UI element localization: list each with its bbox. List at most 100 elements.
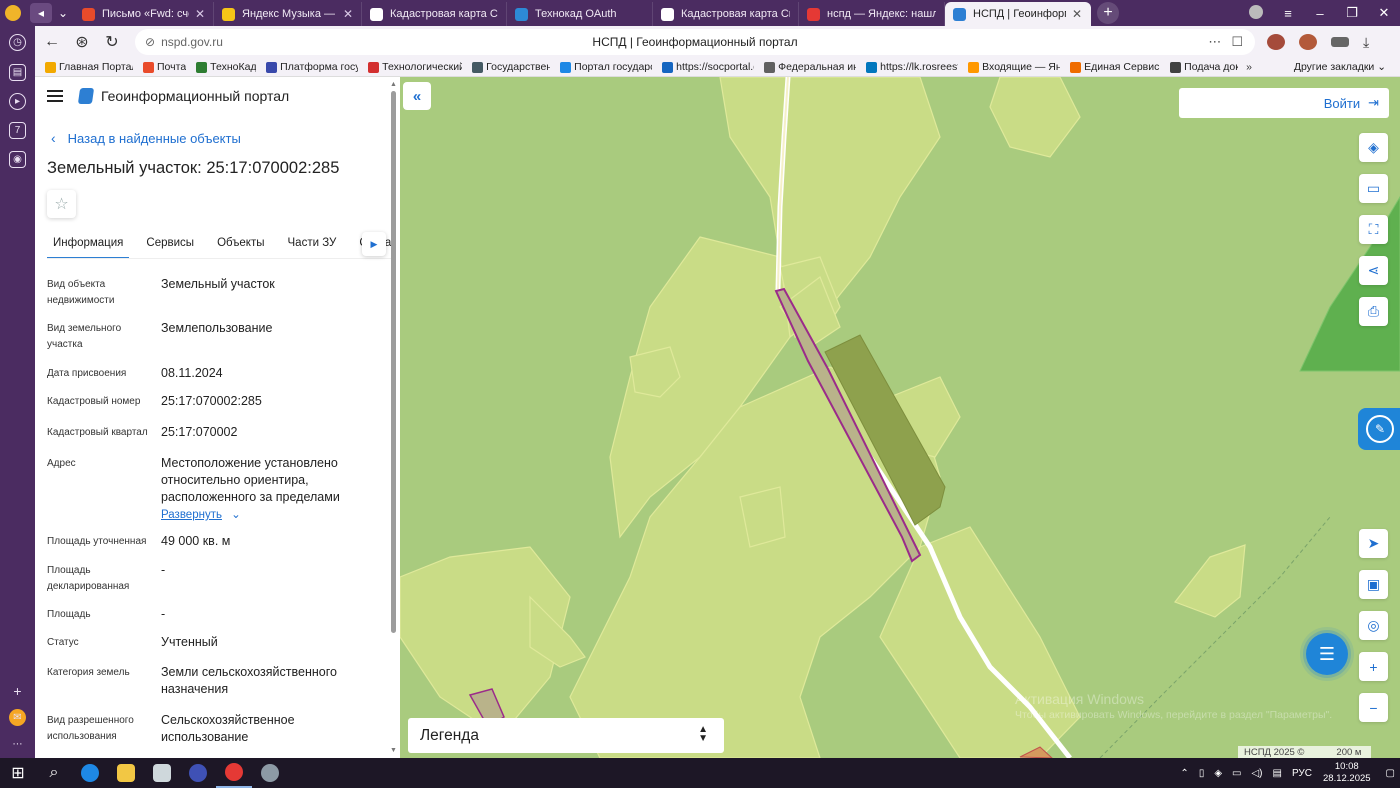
tab-information[interactable]: Информация [47, 235, 130, 258]
screenshot-icon[interactable]: ◉ [9, 151, 26, 168]
bookmark-item[interactable]: Технологический [368, 61, 462, 73]
geolocation-button[interactable]: ➤ [1359, 529, 1388, 558]
tray-chevron-icon[interactable]: ⌃ [1180, 768, 1188, 779]
notifications-icon[interactable]: ▢ [1386, 768, 1395, 779]
print-button[interactable]: ⎙ [1359, 297, 1388, 326]
mail-app-icon[interactable]: ✉ [9, 709, 26, 726]
browser-tab[interactable]: Технокад OAuth [507, 2, 653, 26]
measure-button[interactable]: ▭ [1359, 174, 1388, 203]
more-icon[interactable]: ⋯ [9, 736, 26, 753]
back-icon[interactable]: ← [37, 27, 67, 57]
collections-icon[interactable]: ▤ [9, 64, 26, 81]
area-select-button[interactable]: ⛶ [1359, 215, 1388, 244]
browser-tab[interactable]: Кадастровая карта Сибири [653, 2, 799, 26]
browser-tab[interactable]: НСПД | Геоинформационный ✕ [945, 2, 1091, 26]
other-bookmarks[interactable]: Другие закладки ⌄ [1294, 61, 1386, 73]
bookmark-item[interactable]: Главная Портал Э [45, 61, 133, 73]
map-canvas[interactable]: « Войти ⇥ ◈ ▭ ⛶ ⋖ ⎙ ✎ ➤ ▣ ◎ + − ☰ Актива… [400, 77, 1400, 758]
collapse-panel-button[interactable]: « [403, 82, 431, 110]
calendar-icon[interactable]: 7 [9, 122, 26, 139]
volume-icon[interactable]: ◁) [1251, 768, 1262, 779]
layers-button[interactable]: ◈ [1359, 133, 1388, 162]
bookmark-icon[interactable]: ☐ [1231, 34, 1243, 50]
yandex-app[interactable] [180, 758, 216, 788]
minimap-button[interactable]: ▣ [1359, 570, 1388, 599]
add-panel-icon[interactable]: + [9, 682, 26, 699]
app-tray-icon[interactable]: ▤ [1273, 768, 1282, 779]
tabs-scroll-right-button[interactable]: ▶ [362, 232, 386, 256]
history-icon[interactable]: ◷ [9, 34, 26, 51]
browser-tab[interactable]: Яндекс Музыка — со ✕ [214, 2, 362, 26]
bookmarks-overflow[interactable]: » [1246, 61, 1252, 73]
explorer-app[interactable] [108, 758, 144, 788]
zoom-out-button[interactable]: − [1359, 693, 1388, 722]
tab-services[interactable]: Сервисы [140, 235, 200, 258]
expand-address-link[interactable]: Развернуть ⌄ [161, 507, 241, 521]
reload-icon[interactable]: ↻ [97, 27, 127, 57]
legend-dropdown[interactable]: Легенда ▲ ▼ [408, 718, 724, 753]
play-icon[interactable]: ▸ [9, 93, 26, 110]
usb-icon[interactable]: ▯ [1199, 768, 1205, 779]
scroll-down-arrow[interactable]: ▼ [390, 747, 397, 754]
search-location-button[interactable]: ◎ [1359, 611, 1388, 640]
sound-icon[interactable]: ◂ [30, 3, 52, 23]
favorite-star-button[interactable]: ☆ [47, 190, 76, 218]
extension-icon[interactable] [1331, 37, 1349, 47]
attr-label-land-category: Категория земель [47, 667, 130, 678]
profile-avatar-icon[interactable] [1240, 4, 1272, 22]
tab-objects[interactable]: Объекты [211, 235, 270, 258]
close-tab-icon[interactable]: ✕ [195, 7, 205, 21]
search-button[interactable]: ⌕ [36, 758, 72, 788]
notes-app[interactable] [144, 758, 180, 788]
zoom-in-button[interactable]: + [1359, 652, 1388, 681]
support-button[interactable]: ✎ [1358, 408, 1400, 450]
login-button[interactable]: Войти ⇥ [1179, 88, 1389, 118]
other-app[interactable] [252, 758, 288, 788]
browser-menu-icon[interactable]: ≡ [1272, 6, 1304, 21]
start-button[interactable]: ⊞ [0, 758, 36, 788]
bookmark-item[interactable]: Почта [143, 61, 186, 73]
network-icon[interactable]: ▭ [1232, 768, 1241, 779]
language-indicator[interactable]: РУС [1292, 768, 1312, 779]
close-tab-icon[interactable]: ✕ [1072, 7, 1082, 21]
close-window-icon[interactable]: ✕ [1368, 5, 1400, 21]
clock[interactable]: 10:08 28.12.2025 [1323, 761, 1371, 785]
bookmark-item[interactable]: Федеральная инф [764, 61, 856, 73]
tab-parts[interactable]: Части ЗУ [282, 235, 343, 258]
menu-icon[interactable] [47, 90, 63, 102]
update-icon[interactable]: ◈ [1214, 768, 1222, 779]
back-to-results-link[interactable]: ‹ Назад в найденные объекты [51, 130, 241, 146]
yandex-browser-app[interactable] [216, 758, 252, 788]
bookmark-item[interactable]: Государственная [472, 61, 550, 73]
browser-tab[interactable]: нспд — Яндекс: нашлось [799, 2, 945, 26]
browser-tab[interactable]: Кадастровая карта Сибири [362, 2, 507, 26]
new-tab-button[interactable]: + [1097, 2, 1119, 24]
browser-tab[interactable]: Письмо «Fwd: счет за декабрь» ✕ [74, 2, 214, 26]
more-options-icon[interactable]: ⋯ [1208, 34, 1221, 50]
bookmark-item[interactable]: Портал государст [560, 61, 652, 73]
bookmark-item[interactable]: Подача док [1170, 61, 1238, 73]
bookmark-item[interactable]: Входящие — Янде [968, 61, 1060, 73]
bookmark-item[interactable]: https://socportal.g [662, 61, 754, 73]
download-icon[interactable]: ⤓ [1363, 34, 1369, 51]
restore-icon[interactable]: ❐ [1336, 5, 1368, 21]
minimize-icon[interactable]: – [1304, 6, 1336, 21]
bookmark-label: Портал государст [574, 61, 653, 73]
extension-icon[interactable] [1267, 34, 1285, 50]
ie-app[interactable] [72, 758, 108, 788]
yandex-icon [189, 764, 207, 782]
bookmark-item[interactable]: ТехноКад [196, 61, 256, 73]
bookmark-item[interactable]: Платформа госуд [266, 61, 358, 73]
protect-icon[interactable]: ⊛ [67, 27, 97, 57]
scroll-up-arrow[interactable]: ▲ [390, 81, 397, 88]
panel-scrollbar[interactable] [391, 91, 396, 633]
browser-profile-icon[interactable] [0, 0, 26, 26]
chat-button[interactable]: ☰ [1306, 633, 1348, 675]
close-tab-icon[interactable]: ✕ [343, 7, 353, 21]
bookmark-item[interactable]: Единая Сервисна [1070, 61, 1160, 73]
url-field[interactable]: ⊘ nspd.gov.ru НСПД | Геоинформационный п… [135, 29, 1255, 55]
tabs-menu-chevron-icon[interactable]: ⌄ [52, 0, 74, 26]
extension-icon[interactable] [1299, 34, 1317, 50]
bookmark-item[interactable]: https://lk.rosreest [866, 61, 958, 73]
share-button[interactable]: ⋖ [1359, 256, 1388, 285]
